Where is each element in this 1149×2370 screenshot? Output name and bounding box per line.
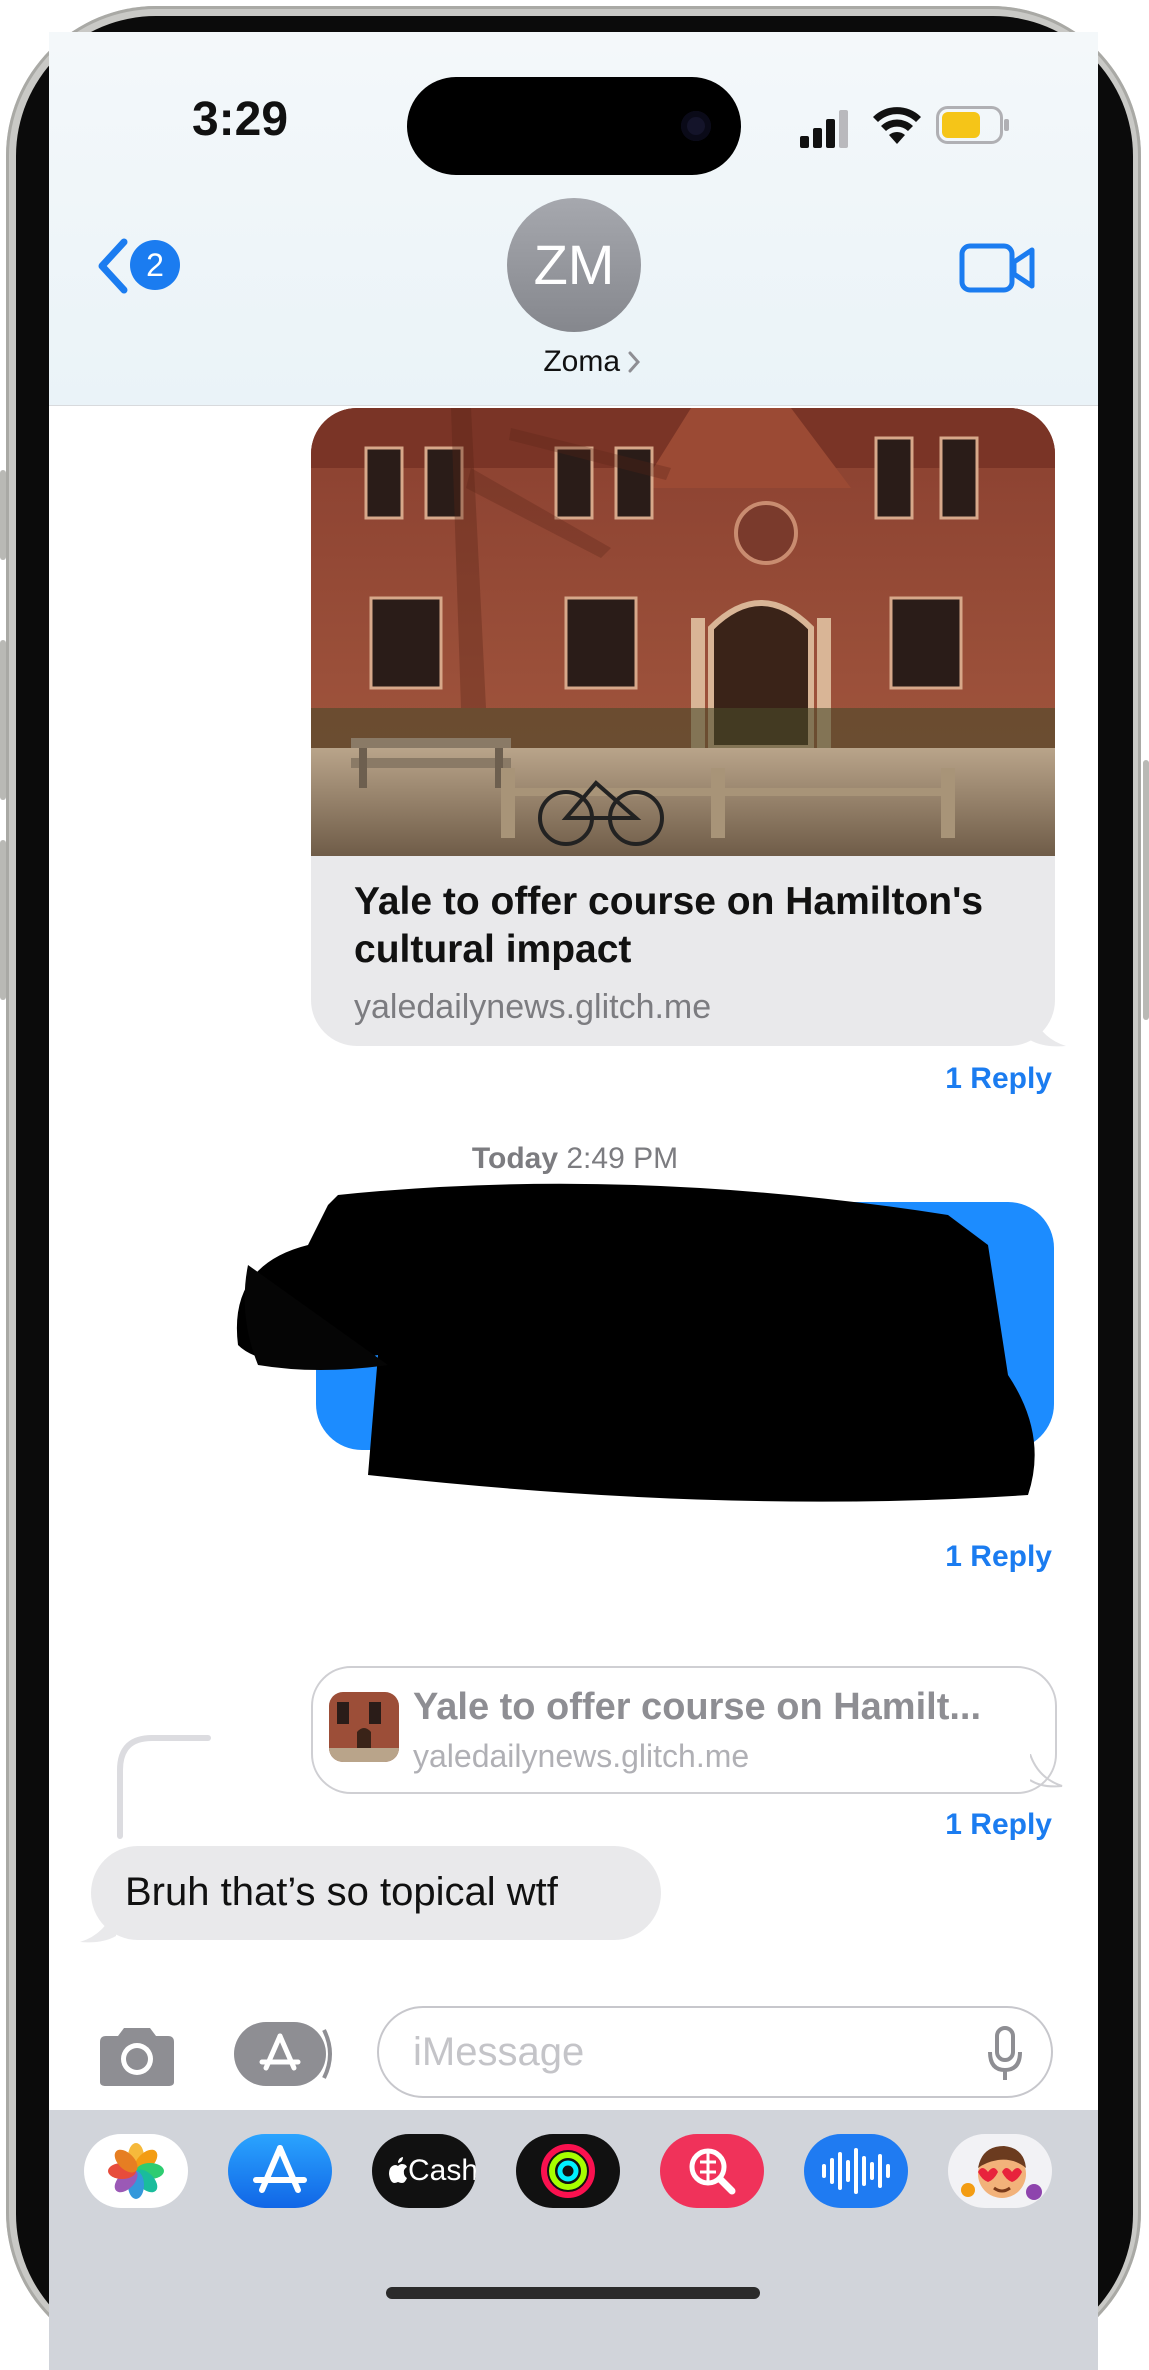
reply-count-link[interactable]: 1 Reply xyxy=(852,1062,1052,1096)
front-camera xyxy=(681,111,711,141)
fitness-app-button[interactable] xyxy=(516,2134,620,2208)
unread-count-badge: 2 xyxy=(130,240,180,290)
audio-message-icon xyxy=(822,2148,890,2194)
cellular-signal-icon xyxy=(800,110,848,148)
bubble-tail xyxy=(1030,1010,1066,1047)
volume-down-button xyxy=(0,840,6,1000)
dynamic-island xyxy=(407,77,741,175)
quoted-link-thumbnail xyxy=(329,1692,399,1762)
status-time: 3:29 xyxy=(191,93,289,146)
app-store-icon xyxy=(253,2145,307,2193)
memoji-icon xyxy=(961,2146,1042,2200)
chevron-right-icon xyxy=(628,351,641,373)
contact-avatar[interactable]: ZM xyxy=(507,198,641,332)
facetime-video-button[interactable] xyxy=(958,238,1038,298)
search-images-icon xyxy=(689,2148,736,2195)
link-preview-card[interactable]: Yale to offer course on Hamilton's cultu… xyxy=(311,408,1055,1046)
camera-icon xyxy=(100,2028,174,2086)
redaction-scribble xyxy=(236,1183,1035,1502)
link-title: Yale to offer course on Hamilton's cultu… xyxy=(354,880,984,971)
photos-app-button[interactable] xyxy=(84,2134,188,2208)
apple-logo-icon xyxy=(389,2157,407,2183)
reply-count-link[interactable]: 1 Reply xyxy=(852,1808,1052,1842)
timestamp: Today 2:49 PM xyxy=(420,1142,730,1176)
battery-icon xyxy=(936,106,1009,144)
photos-icon xyxy=(108,2143,164,2199)
quote-bubble-tail xyxy=(1030,1754,1063,1788)
link-preview-image xyxy=(311,408,1055,856)
app-store-button[interactable] xyxy=(228,2134,332,2208)
wifi-icon xyxy=(873,107,921,144)
reply-count-link[interactable]: 1 Reply xyxy=(852,1540,1052,1574)
camera-button[interactable] xyxy=(96,2024,178,2088)
quoted-link-title: Yale to offer course on Hamilt... xyxy=(413,1686,982,1728)
apple-cash-button[interactable]: Cash xyxy=(372,2134,476,2208)
timestamp-time: 2:49 PM xyxy=(566,1142,679,1175)
video-camera-icon xyxy=(959,243,1035,293)
received-message-bubble[interactable]: Bruh that’s so topical wtf xyxy=(91,1846,661,1940)
volume-up-button xyxy=(0,640,6,800)
app-store-apps-icon xyxy=(234,2022,332,2086)
memoji-button[interactable] xyxy=(948,2134,1052,2208)
received-message-text: Bruh that’s so topical wtf xyxy=(125,1870,558,1914)
message-input[interactable]: iMessage xyxy=(377,2006,1053,2098)
home-indicator[interactable] xyxy=(386,2287,760,2299)
apps-button[interactable] xyxy=(232,2020,336,2088)
chevron-left-icon xyxy=(98,238,128,294)
action-button xyxy=(0,470,6,560)
message-input-placeholder: iMessage xyxy=(413,2030,585,2074)
quoted-reply-card[interactable]: Yale to offer course on Hamilt... yaleda… xyxy=(311,1666,1057,1794)
quoted-link-domain: yaledailynews.glitch.me xyxy=(413,1738,750,1774)
contact-name[interactable]: Zoma xyxy=(500,345,620,379)
link-domain: yaledailynews.glitch.me xyxy=(354,988,712,1026)
image-search-button[interactable] xyxy=(660,2134,764,2208)
thread-connector-line xyxy=(117,1735,211,1839)
fitness-icon xyxy=(541,2144,595,2198)
microphone-icon[interactable] xyxy=(987,2026,1023,2082)
timestamp-day: Today xyxy=(471,1142,559,1175)
side-button xyxy=(1143,760,1149,1020)
audio-message-button[interactable] xyxy=(804,2134,908,2208)
apple-cash-label: Cash xyxy=(408,2154,476,2187)
